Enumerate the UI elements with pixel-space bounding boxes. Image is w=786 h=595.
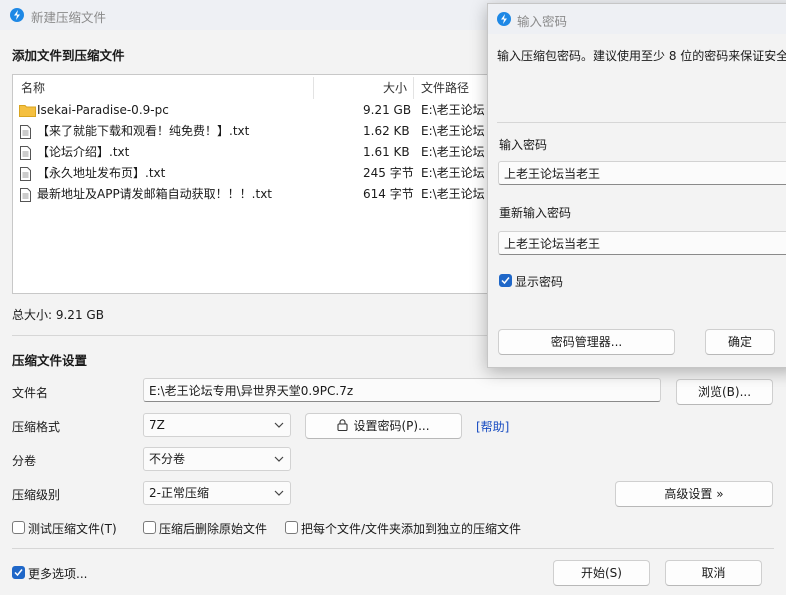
set-password-button[interactable]: 设置密码(P)...: [305, 413, 462, 439]
level-value: 2-正常压缩: [149, 486, 209, 500]
chevron-down-icon: [274, 456, 284, 462]
filename-label: 文件名: [12, 386, 49, 400]
password-label: 输入密码: [499, 138, 548, 152]
dialog-titlebar: 输入密码: [488, 4, 786, 34]
text-file-icon: [20, 188, 31, 202]
file-size: 1.62 KB: [363, 124, 410, 138]
column-divider[interactable]: [313, 77, 314, 99]
dialog-title: 输入密码: [517, 14, 568, 29]
split-select[interactable]: 不分卷: [143, 447, 291, 471]
separate-archives-checkbox[interactable]: [285, 521, 298, 534]
file-path: E:\老王论坛: [421, 166, 485, 180]
file-name: 最新地址及APP请发邮箱自动获取！！！.txt: [37, 187, 273, 201]
format-value: 7Z: [149, 418, 165, 432]
delete-after-checkbox[interactable]: [143, 521, 156, 534]
divider: [12, 548, 774, 549]
split-value: 不分卷: [149, 452, 186, 466]
total-size-text: 总大小: 9.21 GB: [12, 308, 104, 322]
column-header-size[interactable]: 大小: [383, 77, 407, 99]
confirm-password-input[interactable]: 上老王论坛当老王: [498, 231, 786, 255]
folder-icon: [19, 105, 36, 117]
file-path: E:\老王论坛: [421, 124, 485, 138]
file-name: 【永久地址发布页】.txt: [37, 166, 166, 180]
checkmark-icon: [501, 277, 510, 285]
password-input[interactable]: 上老王论坛当老王: [498, 161, 786, 185]
set-password-label: 设置密码(P)...: [353, 419, 430, 433]
checkmark-icon: [14, 569, 23, 577]
password-manager-button[interactable]: 密码管理器...: [498, 329, 675, 355]
separate-archives-label[interactable]: 把每个文件/文件夹添加到独立的压缩文件: [301, 520, 521, 537]
file-size: 1.61 KB: [363, 145, 410, 159]
file-name: 【论坛介绍】.txt: [37, 145, 130, 159]
text-file-icon: [20, 146, 31, 160]
text-file-icon: [20, 125, 31, 139]
app-logo-icon: [10, 8, 24, 22]
file-path: E:\老王论坛: [421, 103, 485, 117]
file-row[interactable]: 最新地址及APP请发邮箱自动获取！！！.txt 614 字节 E:\老王论坛: [13, 184, 513, 205]
more-options-label[interactable]: 更多选项...: [28, 565, 87, 582]
file-size: 9.21 GB: [363, 103, 412, 117]
show-password-checkbox[interactable]: [499, 274, 512, 287]
column-divider[interactable]: [413, 77, 414, 99]
level-label: 压缩级别: [12, 488, 61, 502]
app-logo-icon: [497, 12, 511, 26]
cancel-button[interactable]: 取消: [665, 560, 762, 586]
lock-icon: [337, 419, 349, 432]
file-name: Isekai-Paradise-0.9-pc: [37, 103, 169, 117]
confirm-password-label: 重新输入密码: [499, 206, 572, 220]
text-file-icon: [20, 167, 31, 181]
settings-heading: 压缩文件设置: [12, 353, 88, 368]
dialog-description: 输入压缩包密码。建议使用至少 8 位的密码来保证安全: [497, 49, 786, 63]
main-window-title: 新建压缩文件: [31, 10, 107, 25]
file-name: 【来了就能下载和观看！纯免费！】.txt: [37, 124, 250, 138]
advanced-settings-button[interactable]: 高级设置 »: [615, 481, 773, 507]
file-list[interactable]: 名称 大小 文件路径 Isekai-Paradise-0.9-pc 9.21 G…: [12, 74, 514, 294]
column-header-path[interactable]: 文件路径: [421, 77, 469, 99]
file-path: E:\老王论坛: [421, 145, 485, 159]
chevron-down-icon: [274, 490, 284, 496]
delete-after-label[interactable]: 压缩后删除原始文件: [159, 520, 267, 537]
add-files-heading: 添加文件到压缩文件: [12, 48, 125, 63]
test-archive-label[interactable]: 测试压缩文件(T): [28, 520, 117, 537]
format-select[interactable]: 7Z: [143, 413, 291, 437]
help-link[interactable]: [帮助]: [476, 418, 509, 435]
level-select[interactable]: 2-正常压缩: [143, 481, 291, 505]
file-path: E:\老王论坛: [421, 187, 485, 201]
file-row[interactable]: 【永久地址发布页】.txt 245 字节 E:\老王论坛: [13, 163, 513, 184]
file-size: 245 字节: [363, 166, 414, 180]
password-dialog: 输入密码 输入压缩包密码。建议使用至少 8 位的密码来保证安全 输入密码 上老王…: [487, 3, 786, 368]
split-label: 分卷: [12, 454, 37, 468]
divider: [497, 122, 786, 123]
file-row[interactable]: 【来了就能下载和观看！纯免费！】.txt 1.62 KB E:\老王论坛: [13, 121, 513, 142]
show-password-label[interactable]: 显示密码: [515, 273, 563, 290]
start-button[interactable]: 开始(S): [553, 560, 650, 586]
archive-filename-input[interactable]: E:\老王论坛专用\异世界天堂0.9PC.7z: [143, 378, 661, 402]
test-archive-checkbox[interactable]: [12, 521, 25, 534]
chevron-down-icon: [274, 422, 284, 428]
ok-button[interactable]: 确定: [705, 329, 775, 355]
browse-button[interactable]: 浏览(B)...: [676, 379, 773, 405]
column-header-name[interactable]: 名称: [21, 77, 45, 99]
file-row[interactable]: Isekai-Paradise-0.9-pc 9.21 GB E:\老王论坛: [13, 100, 513, 121]
file-row[interactable]: 【论坛介绍】.txt 1.61 KB E:\老王论坛: [13, 142, 513, 163]
file-size: 614 字节: [363, 187, 414, 201]
more-options-checkbox[interactable]: [12, 566, 25, 579]
format-label: 压缩格式: [12, 420, 61, 434]
